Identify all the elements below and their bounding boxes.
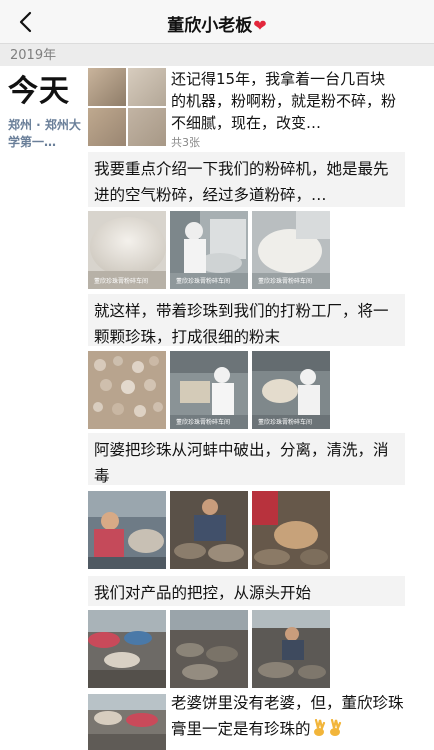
location-label: 郑州 · 郑州大学第一… xyxy=(8,118,81,149)
post-text-box[interactable]: 阿婆把珍珠从河蚌中破出，分离，清洗，消毒 xyxy=(88,433,405,485)
nav-bar: 董欣小老板❤ xyxy=(0,0,434,44)
post-caption-text: 老婆饼里没有老婆，但，董欣珍珠膏里一定是有珍珠的 xyxy=(171,694,404,738)
photo-watermark: 董欣珍珠膏粉碎车间 xyxy=(258,418,312,426)
photo-pearls-pile[interactable] xyxy=(88,351,166,429)
cover-post-text[interactable]: 还记得15年，我拿着一台几百块的机器，粉啊粉，就是粉不碎，粉不细腻，现在，改变… xyxy=(171,68,396,134)
photo-watermark: 董欣珍珠膏粉碎车间 xyxy=(94,277,148,285)
pearl-thumbnail xyxy=(128,108,166,146)
photo-count: 共3张 xyxy=(171,136,200,149)
post-caption[interactable]: 老婆饼里没有老婆，但，董欣珍珠膏里一定是有珍珠的 xyxy=(171,690,411,742)
photo-women-umbrellas[interactable] xyxy=(88,610,166,688)
photo-basket-shells[interactable] xyxy=(252,491,330,569)
page-title: 董欣小老板❤ xyxy=(0,11,434,36)
pearl-thumbnail xyxy=(88,108,126,146)
heart-emoji-icon: ❤ xyxy=(253,16,267,35)
photo-watermark: 董欣珍珠膏粉碎车间 xyxy=(176,277,230,285)
photo-workers-shells[interactable] xyxy=(252,610,330,688)
photo-market-crowd[interactable] xyxy=(88,694,166,750)
photo-pearl-powder[interactable]: 董欣珍珠膏粉碎车间 xyxy=(88,211,166,289)
year-header: 2019年 xyxy=(0,44,434,66)
page-title-text: 董欣小老板 xyxy=(167,16,253,36)
post-text-box[interactable]: 我们对产品的把控，从源头开始 xyxy=(88,576,405,606)
photo-watermark: 董欣珍珠膏粉碎车间 xyxy=(258,277,312,285)
post-text-box[interactable]: 我要重点介绍一下我们的粉碎机，她是最先进的空气粉碎，经过多道粉碎，… xyxy=(88,152,405,207)
victory-hand-icon xyxy=(311,718,327,737)
pearl-thumbnail xyxy=(128,68,166,106)
photo-watermark: 董欣珍珠膏粉碎车间 xyxy=(176,418,230,426)
pearl-thumbnail xyxy=(88,68,126,106)
date-label: 今天 xyxy=(8,74,70,109)
victory-hand-icon xyxy=(327,718,343,737)
post-text-box[interactable]: 就这样，带着珍珠到我们的打粉工厂，将一颗颗珍珠，打成很细的粉末 xyxy=(88,294,405,346)
photo-women-shucking[interactable] xyxy=(88,491,166,569)
cover-thumbnail-grid[interactable] xyxy=(88,68,166,146)
photo-mussel-shells[interactable] xyxy=(170,491,248,569)
photo-pouring-pearls[interactable]: 董欣珍珠膏粉碎车间 xyxy=(252,351,330,429)
photo-worker-machine[interactable]: 董欣珍珠膏粉碎车间 xyxy=(170,211,248,289)
photo-factory-worker[interactable]: 董欣珍珠膏粉碎车间 xyxy=(170,351,248,429)
photo-shells-ground[interactable] xyxy=(170,610,248,688)
photo-powder-bucket[interactable]: 董欣珍珠膏粉碎车间 xyxy=(252,211,330,289)
